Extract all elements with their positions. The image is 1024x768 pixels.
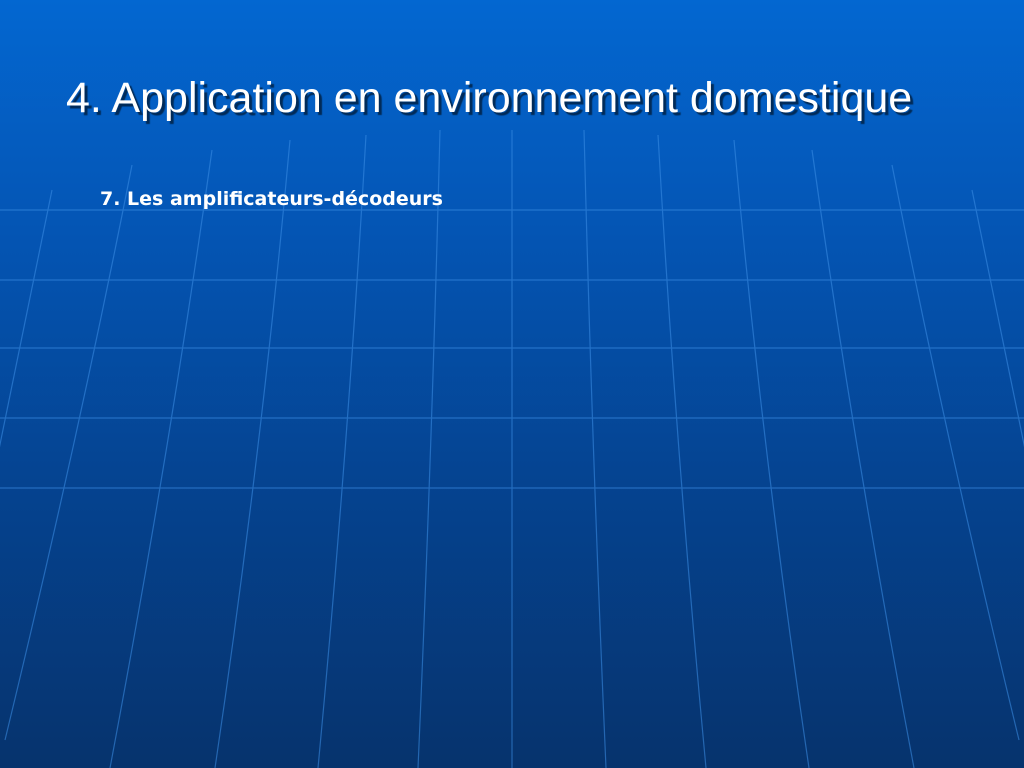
slide-subtitle: 7. Les amplificateurs-décodeurs: [100, 188, 443, 210]
slide: 4. Application en environnement domestiq…: [0, 0, 1024, 768]
slide-title: 4. Application en environnement domestiq…: [66, 74, 913, 122]
